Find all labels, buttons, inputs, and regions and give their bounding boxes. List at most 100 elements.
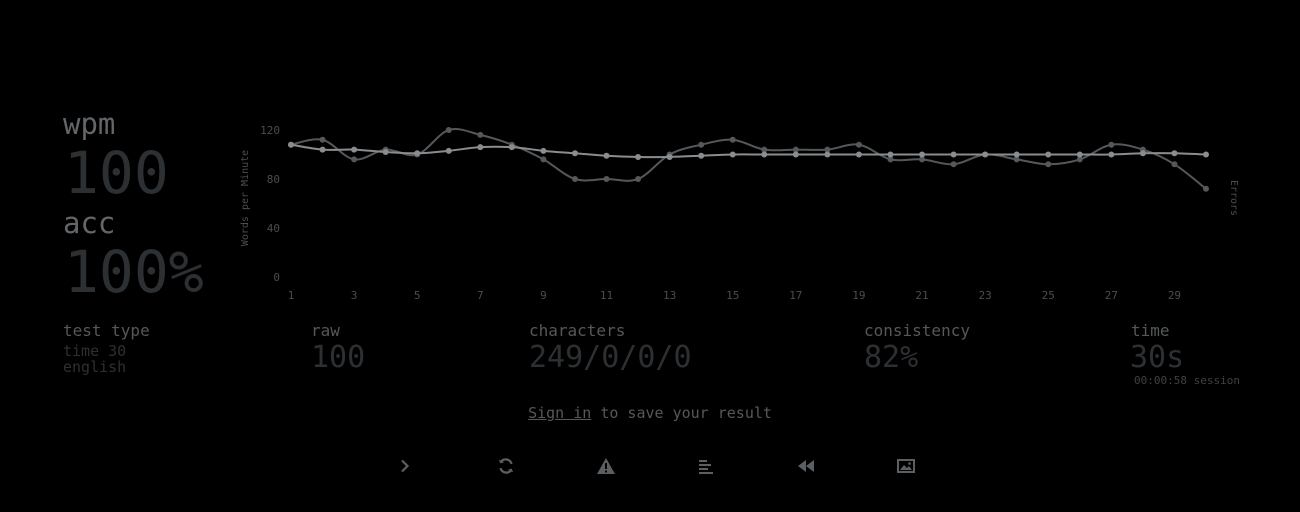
acc-value: 100% bbox=[64, 238, 204, 306]
wpm-label: wpm bbox=[63, 107, 116, 141]
x-tick-label: 17 bbox=[789, 289, 802, 302]
wpm-data-point bbox=[319, 146, 326, 153]
raw-data-point bbox=[855, 141, 862, 148]
y-tick-label: 120 bbox=[260, 124, 280, 137]
test-type-mode: time 30 bbox=[63, 342, 127, 360]
test-type-label: test type bbox=[63, 321, 150, 340]
raw-data-point bbox=[698, 141, 705, 148]
y-axis-label: Words per Minute bbox=[240, 150, 251, 246]
session-time: 00:00:58 session bbox=[1134, 374, 1240, 387]
wpm-data-point bbox=[1076, 151, 1083, 158]
x-tick-label: 1 bbox=[288, 289, 295, 302]
wpm-data-point bbox=[445, 147, 452, 154]
raw-data-point bbox=[603, 176, 610, 182]
wpm-data-point bbox=[351, 146, 358, 153]
x-tick-label: 23 bbox=[979, 289, 992, 302]
wpm-data-point bbox=[1108, 151, 1115, 158]
signin-prompt: Sign in to save your result bbox=[0, 404, 1300, 422]
warning-icon bbox=[597, 458, 615, 474]
next-test-button[interactable] bbox=[391, 452, 419, 480]
replay-button[interactable] bbox=[792, 452, 820, 480]
x-tick-label: 5 bbox=[414, 289, 421, 302]
y-tick-label: 0 bbox=[273, 271, 280, 284]
rewind-icon bbox=[798, 460, 814, 472]
report-button[interactable] bbox=[592, 452, 620, 480]
wpm-chart-svg: Words per Minute Errors 04080120 1 3 5 7 9 11… bbox=[240, 124, 1239, 302]
wpm-data-point bbox=[824, 151, 831, 158]
raw-data-point bbox=[635, 176, 642, 182]
raw-data-point bbox=[1203, 185, 1209, 192]
characters-label: characters bbox=[529, 321, 626, 340]
characters-value: 249/0/0/0 bbox=[529, 340, 692, 375]
raw-data-point bbox=[950, 161, 957, 168]
x-tick-label: 27 bbox=[1105, 289, 1118, 302]
wpm-data-point bbox=[855, 151, 862, 158]
wpm-data-point bbox=[477, 144, 484, 151]
wpm-data-point bbox=[1013, 151, 1020, 158]
wpm-data-point bbox=[1171, 150, 1178, 157]
raw-data-point bbox=[351, 156, 358, 163]
words-history-button[interactable] bbox=[692, 452, 720, 480]
raw-data-point bbox=[571, 176, 578, 182]
wpm-data-point bbox=[603, 152, 610, 159]
test-type-language: english bbox=[63, 358, 127, 376]
x-tick-label: 3 bbox=[351, 289, 358, 302]
wpm-data-point bbox=[982, 151, 989, 158]
y2-axis-label: Errors bbox=[1228, 180, 1239, 216]
chevron-right-icon bbox=[401, 459, 410, 473]
x-tick-label: 9 bbox=[540, 289, 547, 302]
wpm-data-point bbox=[698, 152, 705, 159]
wpm-data-point bbox=[414, 150, 421, 157]
wpm-data-point bbox=[508, 144, 515, 151]
wpm-data-point bbox=[792, 151, 799, 158]
raw-data-point bbox=[477, 131, 484, 138]
wpm-data-point bbox=[288, 141, 294, 148]
wpm-value: 100 bbox=[64, 139, 169, 207]
x-tick-label: 19 bbox=[852, 289, 865, 302]
wpm-data-point bbox=[571, 150, 578, 157]
time-value: 30s bbox=[1130, 340, 1185, 375]
x-tick-label: 11 bbox=[600, 289, 613, 302]
raw-data-point bbox=[1108, 141, 1115, 148]
y-tick-label: 80 bbox=[267, 173, 280, 186]
time-label: time bbox=[1131, 321, 1170, 340]
wpm-data-point bbox=[635, 153, 642, 160]
screenshot-button[interactable] bbox=[892, 452, 920, 480]
image-icon bbox=[897, 459, 915, 473]
raw-data-point bbox=[540, 156, 547, 163]
wpm-data-point bbox=[919, 151, 926, 158]
align-left-icon bbox=[699, 460, 713, 474]
raw-label: raw bbox=[311, 321, 340, 340]
raw-data-point bbox=[445, 127, 452, 133]
raw-data-point bbox=[1171, 161, 1178, 168]
wpm-data-point bbox=[382, 149, 389, 156]
raw-value: 100 bbox=[311, 340, 366, 375]
raw-data-point bbox=[729, 136, 736, 143]
raw-data-point bbox=[1045, 161, 1052, 168]
wpm-data-point bbox=[761, 151, 768, 158]
x-tick-label: 29 bbox=[1168, 289, 1181, 302]
wpm-data-point bbox=[1203, 151, 1209, 158]
restart-button[interactable] bbox=[492, 452, 520, 480]
wpm-data-point bbox=[1045, 151, 1052, 158]
signin-link[interactable]: Sign in bbox=[528, 404, 591, 422]
wpm-data-point bbox=[729, 151, 736, 158]
result-screen: wpm 100 acc 100% Words per Minute Errors… bbox=[0, 0, 1300, 512]
refresh-icon bbox=[498, 458, 514, 474]
signin-rest-text: to save your result bbox=[591, 404, 772, 422]
wpm-chart: Words per Minute Errors 0 40 80 120 1 3 5 7 9 11… bbox=[232, 112, 1262, 312]
y-tick-label: 40 bbox=[267, 222, 280, 235]
x-tick-label: 25 bbox=[1042, 289, 1055, 302]
acc-label: acc bbox=[63, 206, 116, 240]
x-tick-label: 15 bbox=[726, 289, 739, 302]
consistency-value: 82% bbox=[864, 340, 919, 375]
x-tick-label: 21 bbox=[915, 289, 928, 302]
raw-data-point bbox=[319, 136, 326, 143]
wpm-data-point bbox=[1139, 150, 1146, 157]
wpm-data-point bbox=[666, 153, 673, 160]
raw-series-line bbox=[290, 128, 1207, 190]
wpm-data-point bbox=[540, 147, 547, 154]
wpm-data-point bbox=[887, 151, 894, 158]
consistency-label: consistency bbox=[864, 321, 970, 340]
x-tick-label: 13 bbox=[663, 289, 676, 302]
